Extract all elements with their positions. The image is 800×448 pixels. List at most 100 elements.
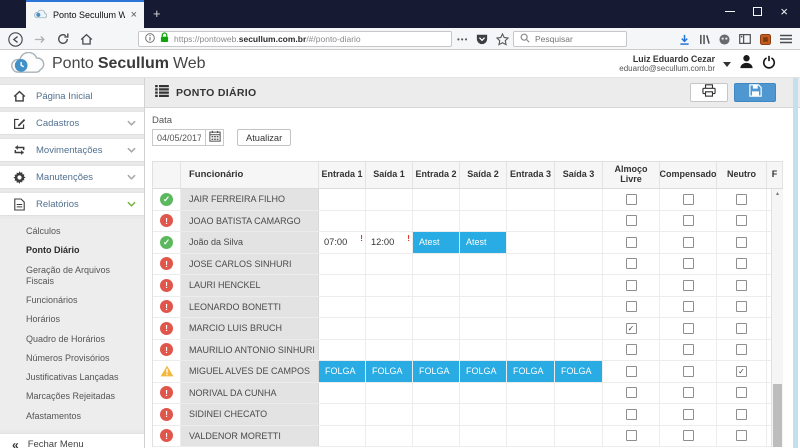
time-cell[interactable] [555,254,603,275]
time-cell[interactable] [413,275,460,296]
extension-mask-icon[interactable] [719,34,730,45]
checkbox[interactable] [626,344,637,355]
print-button[interactable] [690,83,728,102]
time-cell[interactable] [366,275,413,296]
time-cell[interactable] [319,189,366,210]
checkbox[interactable] [736,323,747,334]
time-cell[interactable] [366,297,413,318]
scroll-up-icon[interactable]: ▴ [772,190,783,197]
time-cell[interactable] [366,318,413,339]
checkbox[interactable] [626,301,637,312]
bookmark-star-icon[interactable] [496,33,509,46]
date-input[interactable] [152,129,206,146]
checkbox[interactable] [736,387,747,398]
checkbox[interactable] [736,430,747,441]
sidebar-subitem-quadro-de-horarios[interactable]: Quadro de Horários [0,330,144,349]
time-cell[interactable] [460,340,507,361]
time-cell[interactable] [507,189,555,210]
checkbox[interactable] [683,280,694,291]
checkbox[interactable]: ✓ [736,366,747,377]
browser-home-icon[interactable] [80,33,93,46]
time-cell[interactable] [507,383,555,404]
time-cell[interactable]: FOLGA [413,361,460,382]
time-cell[interactable] [555,426,603,447]
time-cell[interactable] [460,189,507,210]
time-cell[interactable] [507,254,555,275]
time-cell[interactable] [507,426,555,447]
time-cell[interactable] [460,297,507,318]
time-cell[interactable] [366,211,413,232]
time-cell[interactable] [555,211,603,232]
sidebar-item-manutencoes[interactable]: Manutenções [0,165,144,189]
info-icon[interactable] [145,30,155,48]
search-box[interactable] [513,31,627,47]
time-cell[interactable]: Atest [413,232,460,253]
browser-tab[interactable]: Ponto Secullum Web × [26,0,144,28]
time-cell[interactable] [366,340,413,361]
checkbox[interactable] [683,237,694,248]
window-minimize-button[interactable] [725,11,735,12]
time-cell[interactable] [413,254,460,275]
time-cell[interactable] [555,340,603,361]
time-cell[interactable] [319,404,366,425]
lock-icon[interactable] [160,30,169,48]
time-cell[interactable] [507,340,555,361]
time-cell[interactable] [507,404,555,425]
time-cell[interactable] [366,189,413,210]
time-cell[interactable] [413,211,460,232]
time-cell[interactable] [319,426,366,447]
time-cell[interactable] [413,383,460,404]
user-profile-icon[interactable] [739,54,754,74]
menu-hamburger-icon[interactable] [780,34,792,44]
sidebar-item-movimentacoes[interactable]: Movimentações [0,138,144,162]
time-cell[interactable] [507,232,555,253]
time-cell[interactable] [413,426,460,447]
checkbox[interactable] [626,258,637,269]
sidebar-item-relatorios[interactable]: Relatórios [0,192,144,216]
checkbox[interactable] [626,280,637,291]
time-cell[interactable] [555,383,603,404]
checkbox[interactable] [683,323,694,334]
chevron-down-icon[interactable] [723,62,731,67]
checkbox[interactable] [626,366,637,377]
time-cell[interactable] [366,426,413,447]
time-cell[interactable] [507,275,555,296]
time-cell[interactable] [555,297,603,318]
checkbox[interactable]: ✓ [626,323,637,334]
time-cell[interactable] [319,318,366,339]
time-cell[interactable] [507,297,555,318]
window-close-button[interactable]: × [780,5,788,18]
checkbox[interactable] [683,344,694,355]
checkbox[interactable] [736,409,747,420]
checkbox[interactable] [626,409,637,420]
checkbox[interactable] [626,237,637,248]
sidebar-subitem-numeros-provisorios[interactable]: Números Provisórios [0,349,144,368]
back-icon[interactable] [8,32,23,47]
time-cell[interactable] [413,189,460,210]
time-cell[interactable] [319,211,366,232]
time-cell[interactable]: FOLGA [555,361,603,382]
page-actions-icon[interactable]: ••• [457,35,468,44]
sidebar-subitem-funcionarios[interactable]: Funcionários [0,291,144,310]
checkbox[interactable] [736,215,747,226]
refresh-button[interactable]: Atualizar [237,129,291,146]
time-cell[interactable]: 07:00! [319,232,366,253]
logout-power-icon[interactable] [762,55,776,74]
sidebar-subitem-ponto-diario[interactable]: Ponto Diário [0,241,144,260]
checkbox[interactable] [683,430,694,441]
time-cell[interactable] [319,383,366,404]
user-menu[interactable]: Luiz Eduardo Cezar eduardo@secullum.com.… [619,54,715,73]
time-cell[interactable] [507,211,555,232]
time-cell[interactable] [319,340,366,361]
time-cell[interactable] [460,211,507,232]
sidebar-subitem-calculos[interactable]: Cálculos [0,222,144,241]
checkbox[interactable] [683,194,694,205]
checkbox[interactable] [683,301,694,312]
checkbox[interactable] [736,237,747,248]
new-tab-button[interactable]: + [153,6,161,21]
time-cell[interactable] [555,404,603,425]
table-scrollbar[interactable]: ▴ [771,189,783,447]
time-cell[interactable] [319,254,366,275]
sidebar-subitem-geracao-de-arquivos-fiscais[interactable]: Geração de Arquivos Fiscais [0,261,144,292]
checkbox[interactable] [683,366,694,377]
